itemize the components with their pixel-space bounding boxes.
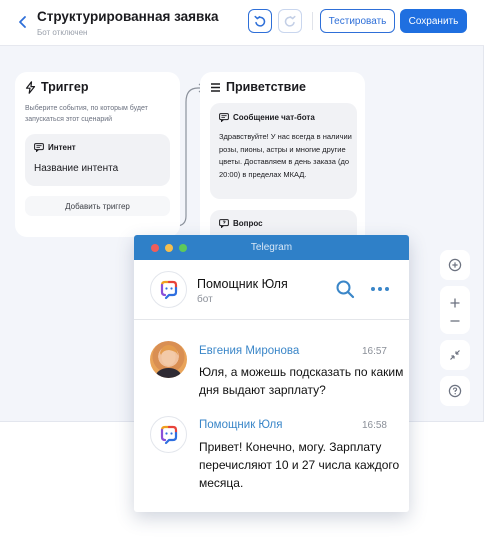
intent-value: Название интента [34, 163, 119, 174]
message-text: Привет! Конечно, могу. Зарплату перечисл… [199, 440, 400, 490]
list-icon [211, 82, 220, 92]
test-button[interactable]: Тестировать [320, 9, 395, 33]
help-icon [448, 384, 462, 398]
telegram-title: Telegram [250, 242, 293, 253]
save-button[interactable]: Сохранить [400, 9, 467, 33]
question-label: Вопрос [233, 219, 263, 228]
chat-status: бот [197, 294, 213, 305]
add-node-button[interactable] [440, 250, 470, 280]
bot-logo-icon [160, 280, 177, 299]
chat-icon [219, 113, 229, 122]
lightning-icon [25, 80, 36, 94]
add-icon [448, 258, 462, 272]
zoom-in-icon[interactable] [449, 297, 461, 309]
trigger-hint: Выберите события, по которым будет запус… [25, 105, 148, 123]
redo-icon [284, 15, 296, 27]
search-icon[interactable] [335, 279, 355, 299]
message-time: 16:57 [361, 346, 387, 357]
bot-avatar[interactable] [150, 271, 187, 308]
trigger-title: Триггер [41, 80, 89, 94]
chat-icon [34, 143, 44, 152]
back-icon[interactable] [16, 14, 30, 30]
user-avatar[interactable] [150, 341, 187, 378]
message-text: Здравствуйте! У нас всегда в наличии роз… [219, 132, 352, 179]
intent-block[interactable]: Интент Название интента [25, 134, 170, 186]
top-bar: Структурированная заявка Бот отключен Те… [0, 0, 484, 46]
collapse-icon [450, 350, 460, 360]
greeting-title: Приветствие [226, 80, 306, 94]
bot-avatar[interactable] [150, 416, 187, 453]
zoom-out-icon[interactable] [449, 319, 461, 323]
message-label: Сообщение чат-бота [233, 113, 315, 122]
chat-name: Помощник Юля [197, 277, 288, 291]
zoom-controls [440, 286, 470, 334]
message-text: Юля, а можешь подсказать по каким дня вы… [199, 365, 404, 397]
message-author: Помощник Юля [199, 419, 283, 431]
more-icon[interactable] [370, 286, 390, 292]
undo-button[interactable] [248, 9, 272, 33]
trigger-card[interactable]: Триггер Выберите события, по которым буд… [15, 72, 180, 237]
telegram-window: Telegram Помощник Юля бот Евгения Мироно… [134, 235, 409, 512]
question-icon [219, 219, 229, 228]
toolbar-divider [312, 12, 313, 30]
chat-header: Помощник Юля бот [134, 260, 409, 320]
bot-message-block[interactable]: Сообщение чат-бота Здравствуйте! У нас в… [210, 103, 357, 199]
undo-icon [254, 15, 266, 27]
redo-button[interactable] [278, 9, 302, 33]
intent-label: Интент [48, 143, 76, 152]
message-author: Евгения Миронова [199, 345, 300, 357]
message-time: 16:58 [361, 420, 387, 431]
collapse-button[interactable] [440, 340, 470, 370]
page-title: Структурированная заявка [37, 9, 219, 24]
bot-status: Бот отключен [37, 28, 88, 37]
help-button[interactable] [440, 376, 470, 406]
bot-logo-icon [160, 425, 177, 444]
telegram-title-bar: Telegram [134, 235, 409, 260]
add-trigger-button[interactable]: Добавить триггер [25, 196, 170, 216]
